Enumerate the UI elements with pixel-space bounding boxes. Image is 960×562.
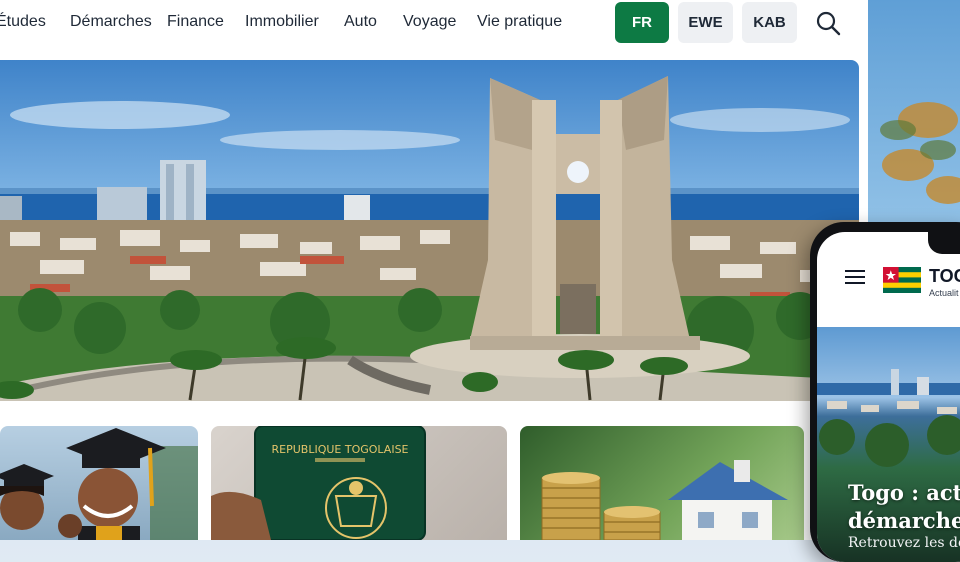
nav-item-vie-pratique[interactable]: Vie pratique — [477, 13, 562, 31]
language-button-ewe[interactable]: EWE — [678, 2, 733, 43]
nav-item-voyage[interactable]: Voyage — [403, 13, 456, 31]
phone-notch — [928, 232, 960, 254]
card-demarches-image[interactable]: REPUBLIQUE TOGOLAISE — [211, 426, 507, 540]
nav-item-demarches[interactable]: Démarches — [70, 13, 152, 31]
hamburger-menu-icon[interactable] — [845, 270, 865, 284]
phone-hero-subtitle: Retrouvez les de — [848, 535, 960, 551]
phone-mockup: TOG Actualit Togo : actu démarches Retro… — [810, 222, 960, 562]
desktop-site-mockup: Études Démarches Finance Immobilier Auto… — [0, 0, 868, 540]
language-button-fr[interactable]: FR — [615, 2, 669, 43]
card-etudes-image[interactable] — [0, 426, 198, 540]
passport-illustration: REPUBLIQUE TOGOLAISE — [211, 426, 426, 540]
language-button-kab[interactable]: KAB — [742, 2, 797, 43]
nav-item-etudes[interactable]: Études — [0, 13, 46, 31]
hero-cityscape-illustration — [0, 76, 859, 401]
nav-item-immobilier[interactable]: Immobilier — [245, 13, 319, 31]
coins-house-illustration — [541, 460, 788, 540]
search-icon — [816, 11, 841, 36]
togo-flag-icon — [883, 267, 921, 293]
passport-title: REPUBLIQUE TOGOLAISE — [272, 443, 409, 456]
phone-screen: TOG Actualit Togo : actu démarches Retro… — [817, 232, 960, 562]
nav-item-finance[interactable]: Finance — [167, 13, 224, 31]
phone-hero-title-line2: démarches — [848, 508, 960, 533]
card-finance-image[interactable] — [520, 426, 804, 540]
search-button[interactable] — [813, 8, 843, 38]
nav-item-auto[interactable]: Auto — [344, 13, 377, 31]
main-navbar: Études Démarches Finance Immobilier Auto… — [0, 0, 868, 46]
phone-tagline: Actualit — [929, 288, 959, 298]
hero-image — [0, 60, 859, 401]
graduates-illustration — [0, 428, 198, 540]
phone-hero-title-line1: Togo : actu — [848, 480, 960, 505]
phone-brand-name: TOG — [929, 266, 960, 286]
